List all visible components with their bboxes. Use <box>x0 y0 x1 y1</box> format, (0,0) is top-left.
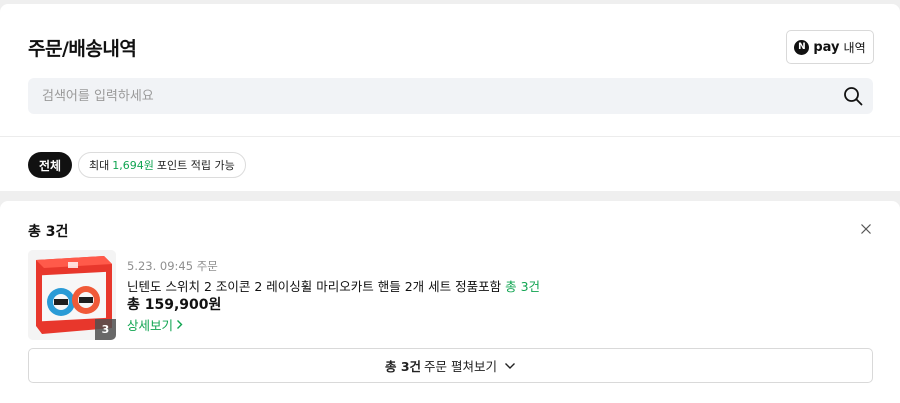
product-count: 총 3건 <box>505 279 541 294</box>
search-input[interactable] <box>42 78 832 114</box>
search-icon[interactable] <box>843 86 863 106</box>
order-total-count: 총 3건 <box>28 221 68 241</box>
page-title: 주문/배송내역 <box>28 38 137 60</box>
point-amount: 1,694원 <box>112 159 154 172</box>
point-info-chip[interactable]: 최대 1,694원 포인트 적립 가능 <box>78 152 246 178</box>
view-detail-link[interactable]: 상세보기 <box>127 315 183 334</box>
chevron-right-icon <box>177 320 183 329</box>
filter-chip-all[interactable]: 전체 <box>28 152 72 178</box>
chevron-down-icon <box>505 362 516 369</box>
view-detail-label: 상세보기 <box>127 318 174 333</box>
npay-history-button[interactable]: N pay 내역 <box>786 30 874 64</box>
npay-pay-text: pay <box>813 39 840 55</box>
point-suffix: 포인트 적립 가능 <box>156 159 235 172</box>
order-date: 5.23. 09:45 주문 <box>127 259 218 273</box>
order-list-card: 총 3건 3 5.23. 09:45 주문 닌텐도 스위치 2 조이콘 2 레이… <box>0 201 900 403</box>
product-thumbnail[interactable]: 3 <box>28 250 116 340</box>
close-icon[interactable] <box>860 223 872 235</box>
divider <box>0 136 900 137</box>
expand-count: 총 3건 <box>384 359 422 374</box>
order-price: 총 159,900원 <box>127 297 222 313</box>
product-name[interactable]: 닌텐도 스위치 2 조이콘 2 레이싱휠 마리오카트 핸들 2개 세트 정품포함… <box>127 276 540 295</box>
order-total-number: 3건 <box>45 224 69 240</box>
point-prefix: 최대 <box>89 159 110 172</box>
order-history-header-card: 주문/배송내역 N pay 내역 전체 최대 1,694원 포인트 적립 가능 <box>0 4 900 191</box>
npay-history-label: 내역 <box>843 40 866 55</box>
npay-logo-icon: N <box>794 39 810 55</box>
product-name-text: 닌텐도 스위치 2 조이콘 2 레이싱휠 마리오카트 핸들 2개 세트 정품포함 <box>127 279 502 294</box>
expand-orders-button[interactable]: 총 3건 주문 펼쳐보기 <box>28 348 873 383</box>
order-total-prefix: 총 <box>28 224 41 240</box>
thumbnail-count-badge: 3 <box>95 319 116 340</box>
expand-label: 주문 펼쳐보기 <box>424 359 498 374</box>
search-bar <box>28 78 873 114</box>
